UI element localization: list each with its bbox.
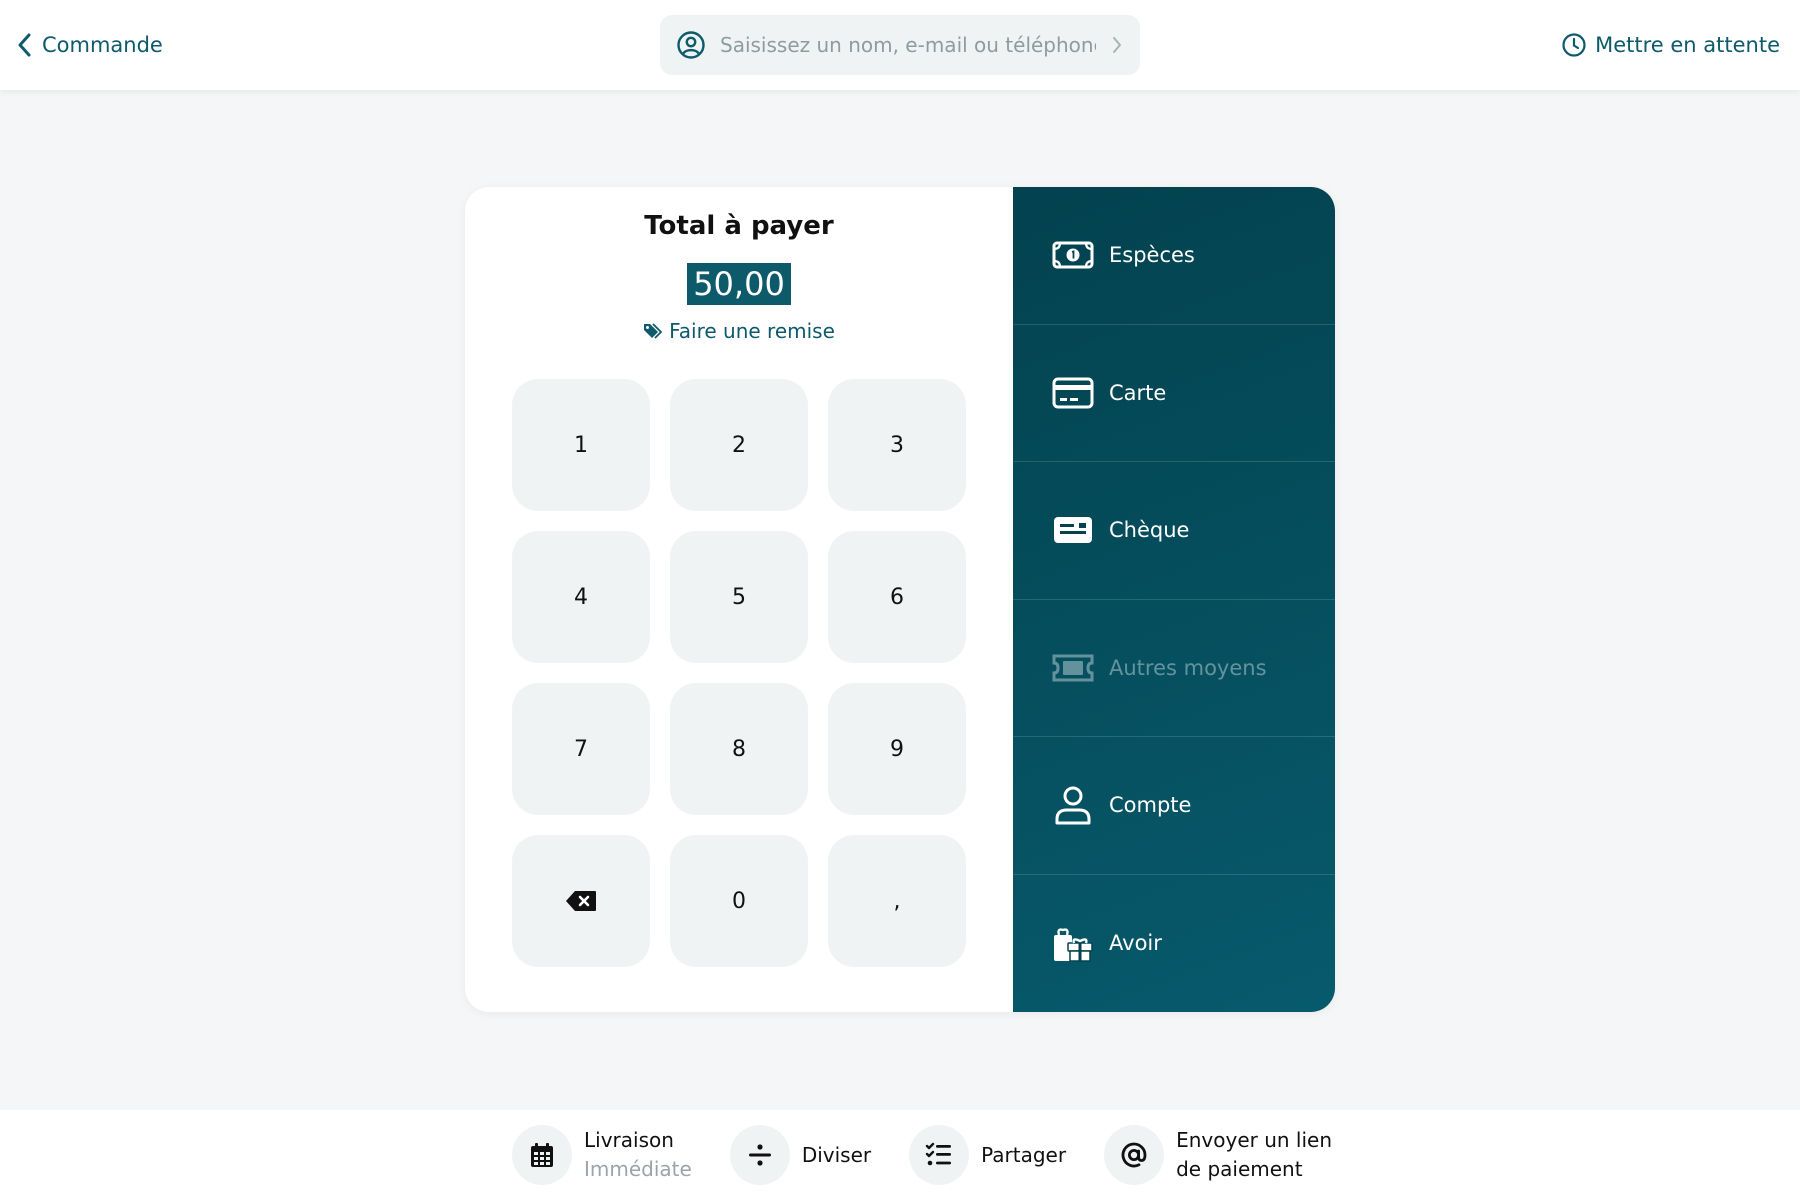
method-label: Avoir xyxy=(1109,931,1162,956)
footer-actions: Livraison Immédiate Diviser Partager Env… xyxy=(512,1124,1332,1186)
send-payment-link-button[interactable]: Envoyer un lien de paiement xyxy=(1104,1125,1332,1185)
method-label: Carte xyxy=(1109,380,1167,405)
delivery-value: Immédiate xyxy=(584,1157,692,1181)
payment-link-line2: de paiement xyxy=(1176,1157,1303,1181)
divide-icon xyxy=(748,1144,771,1166)
share-label: Partager xyxy=(981,1142,1067,1167)
back-label: Commande xyxy=(42,33,163,57)
share-button[interactable]: Partager xyxy=(909,1125,1066,1185)
payment-methods-panel: Espèces Carte Chèque Autres moyens Compt… xyxy=(1013,187,1335,1012)
clock-icon xyxy=(1562,33,1586,57)
back-to-order-button[interactable]: Commande xyxy=(16,30,163,60)
method-label: Espèces xyxy=(1109,243,1195,268)
key-0[interactable]: 0 xyxy=(670,835,808,967)
payment-link-icon-circle xyxy=(1104,1125,1165,1185)
key-5[interactable]: 5 xyxy=(670,531,808,663)
method-other: Autres moyens xyxy=(1013,600,1335,737)
discount-label: Faire une remise xyxy=(669,319,835,343)
chevron-left-icon xyxy=(18,33,31,57)
method-label: Autres moyens xyxy=(1109,655,1267,680)
payment-card: Total à payer 50,00 Faire une remise 1 2… xyxy=(465,187,1335,1012)
method-account[interactable]: Compte xyxy=(1013,737,1335,875)
amount-wrapper: 50,00 xyxy=(465,263,1013,305)
share-icon-circle xyxy=(909,1125,970,1185)
gifts-icon xyxy=(1051,921,1095,965)
put-on-hold-button[interactable]: Mettre en attente xyxy=(1561,30,1780,60)
method-card[interactable]: Carte xyxy=(1013,325,1335,462)
payment-link-label: Envoyer un lien de paiement xyxy=(1176,1126,1332,1184)
key-2[interactable]: 2 xyxy=(670,379,808,511)
user-icon xyxy=(1051,783,1095,827)
method-cheque[interactable]: Chèque xyxy=(1013,462,1335,600)
split-label: Diviser xyxy=(801,1142,872,1167)
user-circle-icon xyxy=(677,31,705,59)
method-credit-note[interactable]: Avoir xyxy=(1013,875,1335,1013)
total-title: Total à payer xyxy=(644,211,834,241)
split-icon-circle xyxy=(729,1125,790,1185)
at-sign-icon xyxy=(1121,1142,1147,1168)
key-1[interactable]: 1 xyxy=(512,379,650,511)
key-6[interactable]: 6 xyxy=(828,531,966,663)
split-button[interactable]: Diviser xyxy=(729,1125,872,1185)
key-backspace[interactable] xyxy=(512,835,650,967)
key-4[interactable]: 4 xyxy=(512,531,650,663)
customer-search-input[interactable]: Saisissez un nom, e-mail ou téléphone xyxy=(660,15,1140,75)
key-8[interactable]: 8 xyxy=(670,683,808,815)
cash-icon xyxy=(1051,233,1095,277)
method-label: Chèque xyxy=(1109,518,1190,543)
delivery-button[interactable]: Livraison Immédiate xyxy=(512,1125,692,1185)
list-check-icon xyxy=(925,1142,952,1166)
search-placeholder: Saisissez un nom, e-mail ou téléphone xyxy=(720,33,1096,57)
key-3[interactable]: 3 xyxy=(828,379,966,511)
hold-label: Mettre en attente xyxy=(1595,33,1780,57)
chevron-right-icon xyxy=(1113,37,1121,53)
method-cash[interactable]: Espèces xyxy=(1013,187,1335,325)
bottom-actions-bar: Livraison Immédiate Diviser Partager Env… xyxy=(0,1110,1800,1200)
method-label: Compte xyxy=(1109,793,1192,818)
credit-card-icon xyxy=(1051,371,1095,415)
amount-entry-pane: Total à payer 50,00 Faire une remise 1 2… xyxy=(465,187,1013,1012)
ticket-icon xyxy=(1051,646,1095,690)
calendar-icon xyxy=(531,1143,553,1167)
numeric-keypad: 1 2 3 4 5 6 7 8 9 0 , xyxy=(512,379,966,967)
delivery-label: Livraison Immédiate xyxy=(584,1126,692,1184)
tags-icon xyxy=(644,323,663,339)
backspace-icon xyxy=(566,891,596,911)
amount-field[interactable]: 50,00 xyxy=(687,263,791,305)
cheque-icon xyxy=(1051,508,1095,552)
key-comma[interactable]: , xyxy=(828,835,966,967)
key-9[interactable]: 9 xyxy=(828,683,966,815)
delivery-title: Livraison xyxy=(584,1128,674,1152)
apply-discount-button[interactable]: Faire une remise xyxy=(465,319,1013,343)
top-bar: Commande Saisissez un nom, e-mail ou tél… xyxy=(0,0,1800,90)
key-7[interactable]: 7 xyxy=(512,683,650,815)
payment-link-line1: Envoyer un lien xyxy=(1176,1128,1333,1152)
delivery-icon-circle xyxy=(512,1125,572,1185)
